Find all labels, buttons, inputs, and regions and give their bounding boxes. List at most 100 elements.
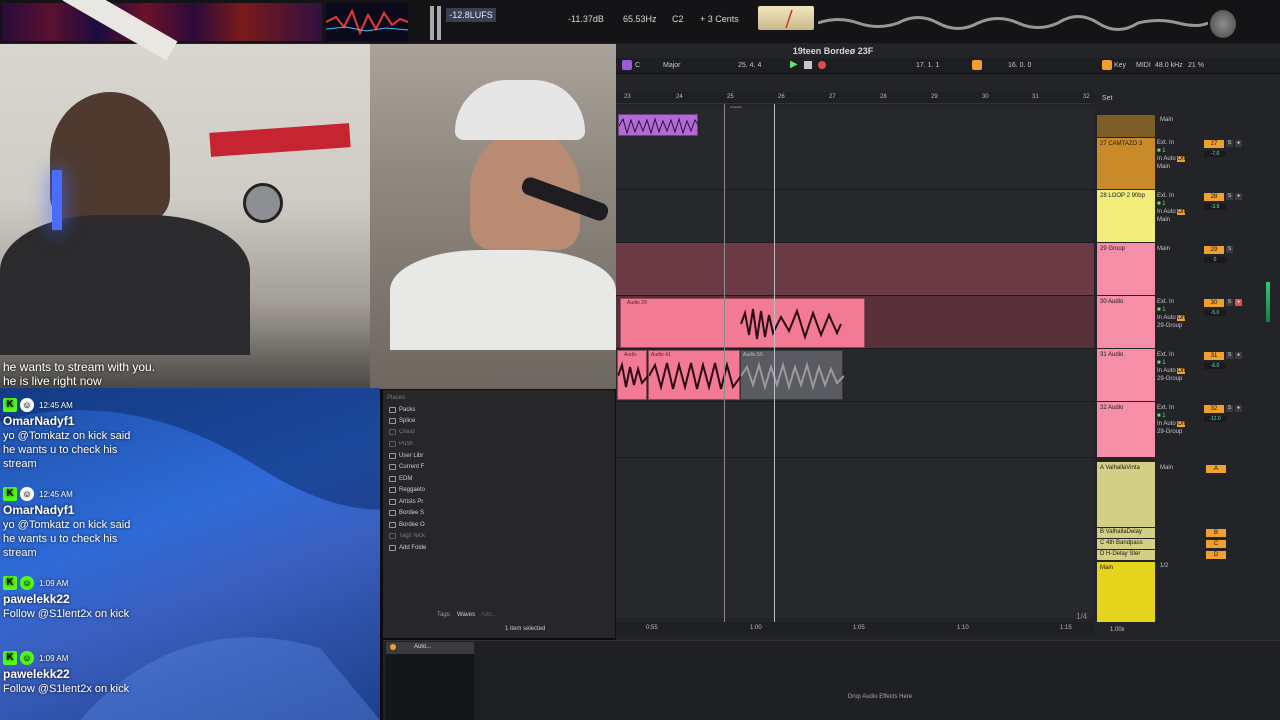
track-io[interactable]: Main bbox=[1157, 246, 1203, 252]
track-mixer[interactable]: 32 S ● -12.0 bbox=[1204, 405, 1272, 422]
track-lane-group[interactable] bbox=[616, 243, 1094, 296]
volume-value[interactable]: -12.0 bbox=[1204, 416, 1226, 422]
track-mixer[interactable]: 30 S ● -5.0 bbox=[1204, 299, 1272, 316]
volume-value[interactable]: -7.0 bbox=[1204, 151, 1226, 157]
track-lane[interactable] bbox=[616, 402, 1094, 458]
record-icon[interactable] bbox=[818, 61, 826, 69]
tag-chip[interactable]: Waves bbox=[457, 612, 475, 618]
track-header-folded[interactable] bbox=[1097, 115, 1155, 137]
track-mixer[interactable]: 27 S ● -7.0 bbox=[1204, 140, 1272, 157]
track-mixer[interactable]: 31 S ● -6.0 bbox=[1204, 352, 1272, 369]
track-header[interactable]: 27 CAMTAZO 3 bbox=[1097, 138, 1155, 189]
solo-button[interactable]: S bbox=[1226, 246, 1233, 253]
browser-item[interactable]: User Libr bbox=[389, 451, 423, 461]
track-activator[interactable]: 32 bbox=[1204, 405, 1224, 413]
track-mixer[interactable]: 28 S ● -3.9 bbox=[1204, 193, 1272, 210]
solo-button[interactable]: S bbox=[1226, 352, 1233, 359]
scale-select[interactable]: Major bbox=[663, 62, 681, 69]
track-activator[interactable]: 29 bbox=[1204, 246, 1224, 254]
stop-icon[interactable] bbox=[804, 61, 812, 69]
solo-button[interactable]: S bbox=[1226, 193, 1233, 200]
track-lane[interactable] bbox=[616, 190, 1094, 243]
midi-label[interactable]: MIDI bbox=[1136, 62, 1151, 69]
add-tag-button[interactable]: Add... bbox=[481, 612, 497, 618]
track-output[interactable]: Main bbox=[1160, 465, 1173, 471]
track-activator[interactable]: 27 bbox=[1204, 140, 1224, 148]
solo-button[interactable]: S bbox=[1226, 299, 1233, 306]
play-icon[interactable]: ▶ bbox=[790, 59, 798, 70]
scale-toggle-button[interactable] bbox=[622, 60, 632, 70]
track-io[interactable]: Ext. In ■ 1 In Auto Off 29-Group bbox=[1157, 299, 1203, 329]
audio-clip[interactable]: Audio 41 bbox=[648, 350, 741, 400]
track-activator[interactable]: C bbox=[1206, 540, 1226, 548]
key-label[interactable]: Key bbox=[1114, 62, 1126, 69]
key-map-button[interactable] bbox=[1102, 60, 1112, 70]
main-cue-output[interactable]: 1/2 bbox=[1160, 563, 1168, 569]
track-lane[interactable] bbox=[616, 138, 1094, 190]
bar-ruler[interactable] bbox=[616, 92, 1094, 104]
device-title-bar[interactable]: Auto... bbox=[386, 642, 474, 654]
return-track-header[interactable]: A ValhallaVinta bbox=[1097, 462, 1155, 527]
browser-item[interactable]: Push bbox=[389, 439, 413, 449]
track-header[interactable]: 32 Audio bbox=[1097, 402, 1155, 457]
track-header[interactable]: 28 LOOP 2 90bp bbox=[1097, 190, 1155, 242]
grid-fraction[interactable]: 1/4 bbox=[1076, 612, 1087, 621]
track-output[interactable]: Main bbox=[1160, 117, 1173, 123]
key-root-select[interactable]: C bbox=[635, 62, 640, 69]
track-activator[interactable]: 31 bbox=[1204, 352, 1224, 360]
chat-username[interactable]: pawelekk22 bbox=[3, 666, 131, 682]
return-track-header[interactable]: D H-Delay Ster bbox=[1097, 550, 1155, 560]
song-position[interactable]: 25. 4. 4 bbox=[738, 62, 761, 69]
browser-item[interactable]: Bordee O bbox=[389, 520, 425, 530]
track-header[interactable]: 31 Audio bbox=[1097, 349, 1155, 401]
browser-item[interactable]: Bordee S bbox=[389, 508, 424, 518]
browser-item[interactable]: Add Folde bbox=[389, 543, 426, 553]
device-body[interactable] bbox=[386, 654, 474, 720]
set-button[interactable]: Set bbox=[1102, 95, 1113, 102]
browser-item[interactable]: Current F bbox=[389, 462, 424, 472]
solo-button[interactable]: S bbox=[1226, 140, 1233, 147]
loop-toggle-button[interactable] bbox=[972, 60, 982, 70]
chat-username[interactable]: OmarNadyf1 bbox=[3, 413, 138, 429]
power-icon[interactable] bbox=[390, 644, 396, 650]
volume-value[interactable]: -5.0 bbox=[1204, 310, 1226, 316]
main-track-header[interactable]: Main bbox=[1097, 562, 1155, 622]
solo-button[interactable]: S bbox=[1226, 405, 1233, 412]
track-activator[interactable]: 30 bbox=[1204, 299, 1224, 307]
browser-item[interactable]: Artists Pr bbox=[389, 497, 423, 507]
audio-clip[interactable]: Audio 29 bbox=[620, 298, 865, 348]
volume-value[interactable]: -6.0 bbox=[1204, 363, 1226, 369]
volume-value[interactable]: 0 bbox=[1204, 257, 1226, 263]
track-activator[interactable]: 28 bbox=[1204, 193, 1224, 201]
track-activator[interactable]: A bbox=[1206, 465, 1226, 473]
track-io[interactable]: Ext. In ■ 1 In Auto Off 29-Group bbox=[1157, 352, 1203, 382]
track-activator[interactable]: D bbox=[1206, 551, 1226, 559]
arm-button[interactable]: ● bbox=[1235, 299, 1242, 306]
browser-item[interactable]: Tags Nick bbox=[389, 531, 425, 541]
arm-button[interactable]: ● bbox=[1235, 193, 1242, 200]
track-header[interactable]: 30 Audio bbox=[1097, 296, 1155, 348]
return-track-header[interactable]: B ValhallaDelay bbox=[1097, 528, 1155, 538]
midi-clip[interactable] bbox=[618, 114, 700, 136]
browser-item[interactable]: Packs bbox=[389, 405, 415, 415]
track-io[interactable]: Ext. In ■ 1 In Auto Off Main bbox=[1157, 193, 1203, 223]
track-mixer[interactable]: 29 S 0 bbox=[1204, 246, 1272, 263]
return-track-header[interactable]: C 4th Bandpass bbox=[1097, 539, 1155, 549]
browser-item[interactable]: EDM bbox=[389, 474, 412, 484]
loop-length[interactable]: 16. 0. 0 bbox=[1008, 62, 1031, 69]
playhead[interactable] bbox=[774, 104, 775, 622]
loop-start[interactable]: 17. 1. 1 bbox=[916, 62, 939, 69]
browser-item[interactable]: Splice bbox=[389, 416, 415, 426]
track-io[interactable]: Ext. In ■ 1 In Auto Off 29-Group bbox=[1157, 405, 1203, 435]
chat-username[interactable]: pawelekk22 bbox=[3, 591, 131, 607]
arm-button[interactable]: ● bbox=[1235, 352, 1242, 359]
arm-button[interactable]: ● bbox=[1235, 140, 1242, 147]
browser-item[interactable]: Cloud bbox=[389, 427, 415, 437]
chat-username[interactable]: OmarNadyf1 bbox=[3, 502, 138, 518]
arm-button[interactable]: ● bbox=[1235, 405, 1242, 412]
track-header[interactable]: 29 Group bbox=[1097, 243, 1155, 295]
track-activator[interactable]: B bbox=[1206, 529, 1226, 537]
zoom-level[interactable]: 1.00x bbox=[1110, 627, 1125, 633]
browser-item[interactable]: Reggaeto bbox=[389, 485, 425, 495]
volume-value[interactable]: -3.9 bbox=[1204, 204, 1226, 210]
